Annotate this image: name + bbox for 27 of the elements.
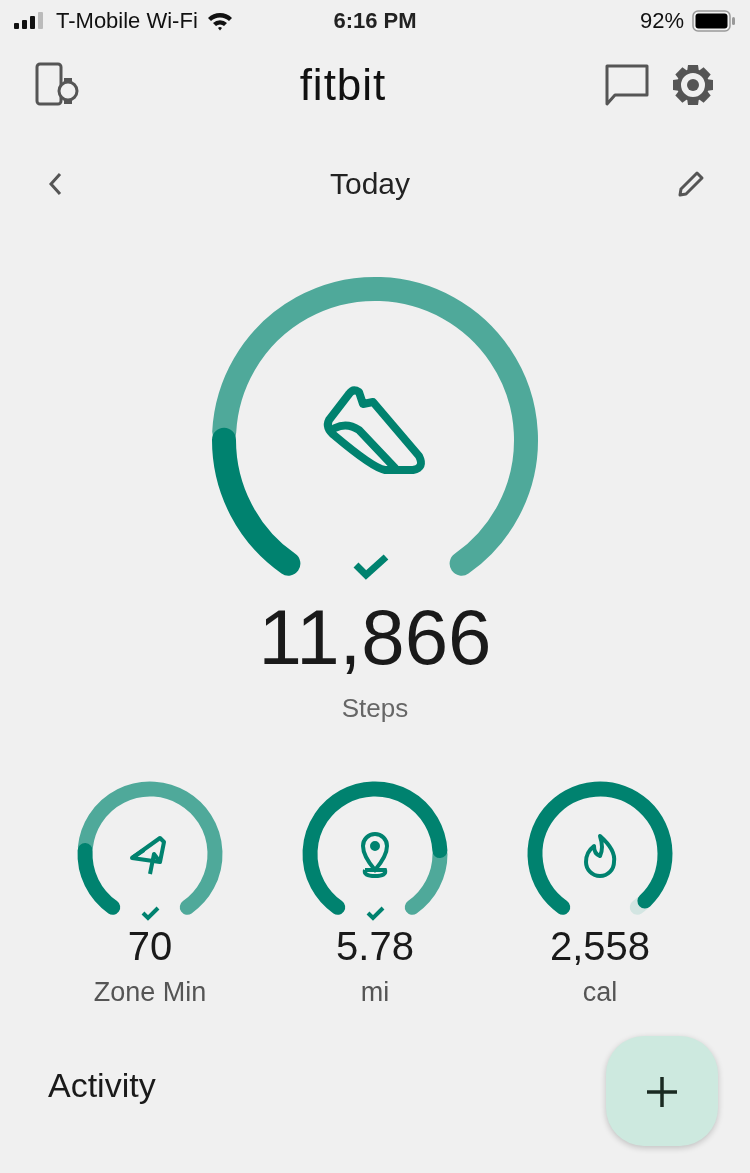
steps-label: Steps: [341, 693, 409, 724]
location-pin-icon: [361, 832, 389, 878]
date-title: Today: [329, 167, 411, 201]
check-icon: [353, 554, 389, 580]
battery-icon: [692, 10, 736, 32]
stat-value: 2,558: [549, 924, 651, 969]
back-chevron-icon[interactable]: [46, 171, 64, 197]
flame-icon: [584, 834, 617, 878]
stat-label: cal: [582, 977, 618, 1008]
chat-icon[interactable]: [604, 63, 650, 107]
shoe-icon: [323, 386, 425, 474]
stat-label: Zone Min: [93, 977, 207, 1008]
check-icon: [141, 906, 160, 921]
status-time: 6:16 PM: [333, 8, 417, 34]
progress-fill: [77, 843, 121, 915]
settings-icon[interactable]: [670, 62, 716, 108]
check-icon: [366, 906, 385, 921]
section-title: Activity: [48, 1066, 156, 1105]
carrier-name: T-Mobile Wi-Fi: [56, 8, 198, 34]
edit-icon[interactable]: [676, 169, 706, 199]
app-logo: fitbit: [299, 60, 387, 110]
battery-percent: 92%: [639, 8, 684, 34]
plus-icon: [646, 1075, 678, 1108]
stat-label: mi: [360, 977, 390, 1008]
steps-value: 11,866: [258, 592, 492, 683]
stat-value: 70: [127, 924, 173, 969]
stat-value: 5.78: [336, 924, 414, 969]
